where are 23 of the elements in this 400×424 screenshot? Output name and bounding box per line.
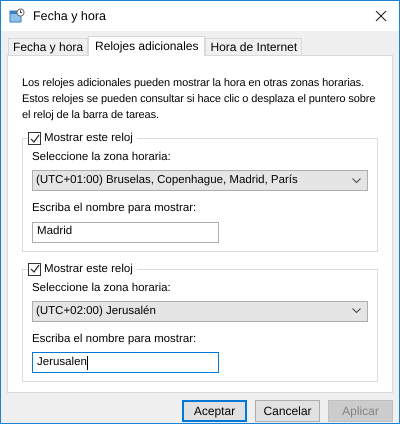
tab[interactable]: Hora de Internet — [205, 38, 302, 55]
window-title: Fecha y hora — [33, 8, 107, 25]
close-icon[interactable] — [375, 10, 387, 22]
timezone-dropdown[interactable]: (UTC+01:00) Bruselas, Copenhague, Madrid, París — [32, 170, 368, 192]
checkbox-label[interactable]: Mostrar este reloj — [44, 130, 133, 148]
field-label: Escriba el nombre para mostrar: — [32, 332, 198, 347]
checkbox[interactable] — [28, 132, 41, 146]
dialog-button[interactable]: Aceptar — [182, 400, 247, 422]
checkbox[interactable] — [28, 262, 41, 276]
checkbox-label[interactable]: Mostrar este reloj — [44, 260, 133, 278]
tab[interactable]: Relojes adicionales — [88, 36, 206, 56]
dialog-button[interactable]: Cancelar — [255, 400, 320, 422]
chevron-down-icon — [352, 178, 361, 184]
calendar-clock-icon — [9, 8, 25, 24]
field-label: Escriba el nombre para mostrar: — [32, 201, 198, 216]
tab[interactable]: Fecha y hora — [8, 38, 88, 55]
chevron-down-icon — [352, 308, 361, 314]
timezone-dropdown[interactable]: (UTC+02:00) Jerusalén — [32, 300, 368, 322]
name-input-field[interactable]: Jerusalen — [32, 352, 219, 373]
field-label: Seleccione la zona horaria: — [32, 280, 172, 296]
description-text: Los relojes adicionales pueden mostrar la hora en otras zonas horarias. Estos relojes se pueden consultar si hace clic o desplaza el puntero sobre el reloj de la barra de tareas. — [22, 76, 376, 123]
field-label: Seleccione la zona horaria: — [32, 150, 172, 165]
name-input-field[interactable]: Madrid — [32, 222, 219, 242]
